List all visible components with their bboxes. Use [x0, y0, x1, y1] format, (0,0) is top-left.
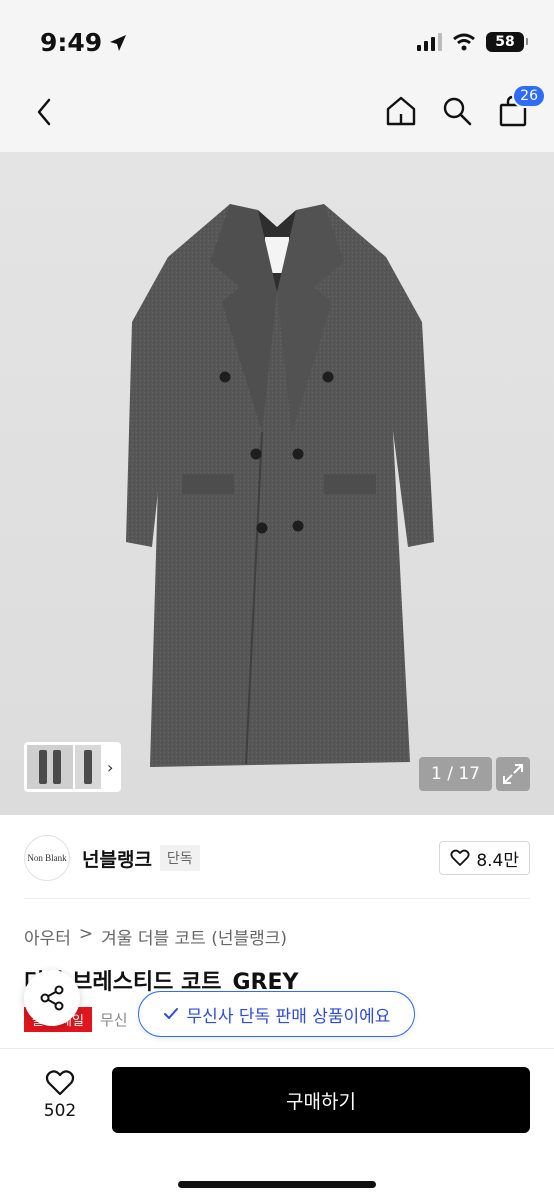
breadcrumb-category[interactable]: 아우터	[24, 924, 71, 949]
nav-actions: 26	[382, 84, 546, 130]
heart-icon	[45, 1070, 75, 1096]
brand-logo[interactable]: Non Blank	[24, 835, 70, 881]
share-button[interactable]	[24, 970, 80, 1026]
thumbnail-coat-image	[53, 750, 61, 784]
thumbnail-coat-image	[84, 750, 92, 784]
battery-icon: 58	[486, 32, 528, 52]
thumbnail-2[interactable]	[75, 745, 101, 789]
thumbnail-1[interactable]	[27, 745, 73, 789]
brand-like-button[interactable]: 8.4만	[439, 841, 530, 875]
cart-button[interactable]: 26	[494, 84, 546, 130]
breadcrumb-subcategory[interactable]: 겨울 더블 코트 (넌블랭크)	[101, 924, 287, 949]
exclusive-toast: 무신사 단독 판매 상품이에요	[138, 991, 415, 1037]
product-image-gallery[interactable]: › 1 / 17	[0, 152, 554, 815]
brand-like-count: 8.4만	[476, 850, 519, 871]
cellular-signal-icon	[417, 33, 442, 51]
brand-row: Non Blank 넌블랭크 단독 8.4만	[24, 834, 530, 882]
bottom-action-bar: 502 구매하기	[0, 1048, 554, 1200]
home-icon	[386, 96, 416, 126]
home-button[interactable]	[382, 92, 420, 130]
brand-name[interactable]: 넌블랭크	[82, 845, 152, 872]
divider	[24, 898, 530, 899]
brand-logo-text: Non Blank	[27, 853, 67, 863]
chevron-right-icon: ›	[107, 757, 114, 777]
buy-button[interactable]: 구매하기	[112, 1067, 530, 1133]
search-button[interactable]	[438, 92, 476, 130]
expand-icon	[503, 764, 523, 784]
breadcrumb-separator: >	[78, 924, 94, 944]
wishlist-count: 502	[43, 1101, 77, 1121]
battery-level: 58	[495, 34, 515, 50]
exclusive-label: 무신	[99, 1011, 128, 1029]
thumbnail-strip[interactable]: ›	[24, 742, 121, 792]
status-icons: 58	[417, 32, 528, 52]
time-label: 9:49	[40, 28, 103, 57]
breadcrumb: 아우터 > 겨울 더블 코트 (넌블랭크)	[24, 924, 287, 949]
thumbnail-coat-image	[39, 750, 47, 784]
check-icon	[163, 1008, 178, 1019]
home-indicator	[178, 1181, 376, 1188]
back-button[interactable]	[26, 92, 62, 132]
coat-product-image	[126, 204, 434, 767]
toast-text: 무신사 단독 판매 상품이에요	[186, 1006, 391, 1027]
status-time: 9:49	[40, 28, 128, 57]
top-bar: 9:49 58 26	[0, 0, 554, 152]
search-icon	[443, 97, 472, 126]
share-icon	[40, 985, 64, 1011]
exclusive-tag: 단독	[159, 845, 200, 871]
location-arrow-icon	[110, 34, 127, 51]
image-page-indicator: 1 / 17	[419, 757, 492, 791]
wishlist-button[interactable]: 502	[30, 1069, 90, 1121]
wifi-icon	[453, 33, 475, 51]
heart-icon	[450, 849, 470, 866]
cart-count-badge: 26	[512, 84, 546, 108]
chevron-left-icon	[37, 98, 51, 126]
expand-button[interactable]	[496, 757, 530, 791]
